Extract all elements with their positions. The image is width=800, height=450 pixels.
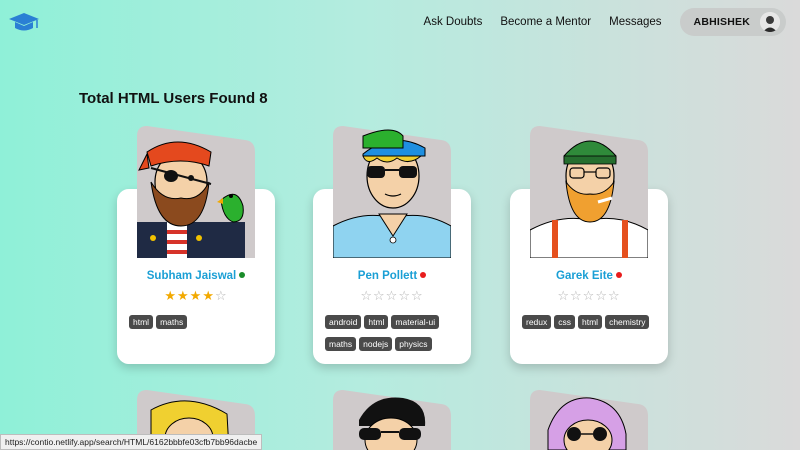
star-empty-icon: ☆	[595, 288, 608, 303]
avatar	[760, 12, 780, 32]
user-portrait-pirate	[137, 126, 255, 258]
offline-status-dot	[615, 272, 622, 278]
offline-status-dot	[420, 272, 427, 278]
user-name[interactable]: Subham Jaiswal	[147, 270, 236, 282]
user-name[interactable]: Garek Eite	[556, 270, 613, 282]
skill-tag[interactable]: maths	[156, 315, 188, 329]
user-name-row[interactable]: Subham Jaiswal	[117, 270, 275, 282]
user-portrait-partial	[530, 390, 648, 450]
online-status-dot	[239, 272, 246, 278]
user-card[interactable]: Subham Jaiswal ★★★★☆ html maths	[117, 126, 275, 366]
page-title: Total HTML Users Found 8	[79, 90, 268, 107]
skill-tag[interactable]: maths	[325, 337, 357, 351]
skill-tag[interactable]: css	[554, 315, 576, 329]
user-name-row[interactable]: Garek Eite	[510, 270, 668, 282]
star-empty-icon: ☆	[557, 288, 571, 303]
graduation-cap-icon[interactable]	[8, 11, 40, 33]
nav-link-messages[interactable]: Messages	[609, 16, 661, 28]
skill-tag[interactable]: html	[129, 315, 154, 329]
nav-link-become-mentor[interactable]: Become a Mentor	[500, 16, 591, 28]
user-card[interactable]: Pen Pollett ☆☆☆☆☆ android html material-ui…	[313, 126, 471, 366]
user-portrait-bearded	[530, 126, 648, 258]
star-empty-icon: ☆	[398, 288, 411, 303]
skill-tags: html maths	[129, 312, 269, 334]
skill-tag[interactable]: html	[364, 315, 389, 329]
skill-tag[interactable]: redux	[522, 315, 552, 329]
skill-tags: redux css html chemistry	[522, 312, 662, 334]
profile-name: ABHISHEK	[693, 16, 750, 28]
star-empty-icon: ☆	[385, 288, 399, 303]
browser-status-url: https://contio.netlify.app/search/HTML/6…	[0, 434, 263, 450]
skill-tags: android html material-ui maths nodejs physics	[325, 312, 465, 356]
user-portrait-partial	[333, 390, 451, 450]
star-empty-icon: ☆	[373, 288, 386, 303]
top-navbar: Ask Doubts Become a Mentor Messages ABHI…	[0, 0, 800, 46]
star-filled-icon: ★	[177, 288, 190, 303]
user-name[interactable]: Pen Pollett	[358, 270, 417, 282]
star-filled-icon: ★	[164, 288, 178, 303]
profile-button[interactable]: ABHISHEK	[679, 8, 786, 36]
star-empty-icon: ☆	[410, 288, 424, 303]
skill-tag[interactable]: html	[578, 315, 603, 329]
star-empty-icon: ☆	[570, 288, 583, 303]
star-filled-icon: ★	[202, 288, 215, 303]
skill-tag[interactable]: physics	[395, 337, 432, 351]
skill-tag[interactable]: material-ui	[391, 315, 440, 329]
skill-tag[interactable]: chemistry	[605, 315, 650, 329]
skill-tag[interactable]: nodejs	[359, 337, 393, 351]
star-filled-icon: ★	[189, 288, 203, 303]
star-rating: ★★★★☆	[117, 288, 275, 304]
nav-link-ask-doubts[interactable]: Ask Doubts	[424, 16, 483, 28]
star-empty-icon: ☆	[582, 288, 596, 303]
star-empty-icon: ☆	[607, 288, 621, 303]
star-empty-icon: ☆	[360, 288, 374, 303]
skill-tag[interactable]: android	[325, 315, 362, 329]
star-rating: ☆☆☆☆☆	[313, 288, 471, 304]
user-card[interactable]: Garek Eite ☆☆☆☆☆ redux css html chemistry	[510, 126, 668, 366]
user-name-row[interactable]: Pen Pollett	[313, 270, 471, 282]
star-empty-icon: ☆	[214, 288, 228, 303]
user-portrait-sunglasses	[333, 126, 451, 258]
star-rating: ☆☆☆☆☆	[510, 288, 668, 304]
